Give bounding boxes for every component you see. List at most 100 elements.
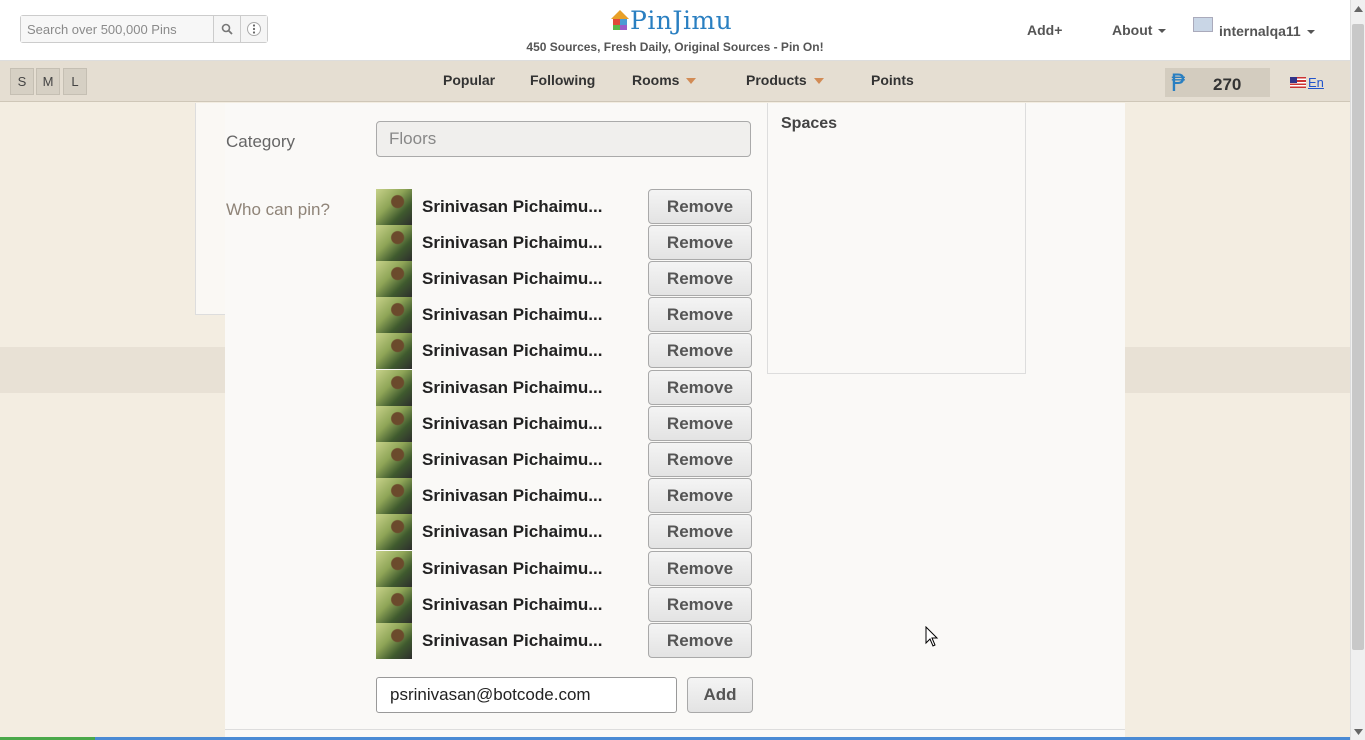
search-box bbox=[20, 15, 268, 43]
remove-button[interactable]: Remove bbox=[648, 623, 752, 658]
nav-points[interactable]: Points bbox=[871, 72, 914, 88]
nav-popular[interactable]: Popular bbox=[443, 72, 495, 88]
nav-products[interactable]: Products bbox=[746, 72, 824, 88]
search-input[interactable] bbox=[21, 16, 214, 42]
logo-text: PinJimu bbox=[630, 5, 733, 35]
user-menu[interactable]: internalqa11 bbox=[1193, 17, 1315, 39]
remove-button[interactable]: Remove bbox=[648, 514, 752, 549]
avatar bbox=[376, 514, 412, 550]
pinner-row: Srinivasan Pichaimu... Remove bbox=[376, 225, 753, 261]
pinner-name[interactable]: Srinivasan Pichaimu... bbox=[422, 486, 622, 506]
pinner-row: Srinivasan Pichaimu... Remove bbox=[376, 297, 753, 333]
pinner-name[interactable]: Srinivasan Pichaimu... bbox=[422, 378, 622, 398]
search-button[interactable] bbox=[214, 16, 241, 42]
nav-following-label: Following bbox=[530, 72, 596, 88]
spaces-title: Spaces bbox=[781, 115, 838, 132]
remove-button[interactable]: Remove bbox=[648, 261, 752, 296]
remove-button[interactable]: Remove bbox=[648, 189, 752, 224]
remove-button[interactable]: Remove bbox=[648, 442, 752, 477]
main-navbar: S M L Popular Following Rooms Products P… bbox=[0, 61, 1350, 102]
add-pinner-button[interactable]: Add bbox=[687, 677, 753, 713]
pinner-name[interactable]: Srinivasan Pichaimu... bbox=[422, 414, 622, 434]
avatar bbox=[376, 370, 412, 406]
remove-button[interactable]: Remove bbox=[648, 333, 752, 368]
pinner-name[interactable]: Srinivasan Pichaimu... bbox=[422, 559, 622, 579]
search-icon bbox=[221, 23, 233, 35]
chevron-down-icon bbox=[813, 78, 824, 85]
chevron-down-icon bbox=[686, 78, 697, 85]
pinner-name[interactable]: Srinivasan Pichaimu... bbox=[422, 233, 622, 253]
chevron-up-icon bbox=[1353, 5, 1363, 12]
pinner-row: Srinivasan Pichaimu... Remove bbox=[376, 189, 753, 225]
mouse-cursor-icon bbox=[925, 626, 939, 647]
scroll-thumb[interactable] bbox=[1352, 24, 1364, 650]
email-field[interactable] bbox=[376, 677, 677, 713]
remove-button[interactable]: Remove bbox=[648, 297, 752, 332]
nav-rooms[interactable]: Rooms bbox=[632, 72, 697, 88]
nav-products-label: Products bbox=[746, 72, 807, 88]
remove-button[interactable]: Remove bbox=[648, 551, 752, 586]
pinner-name[interactable]: Srinivasan Pichaimu... bbox=[422, 269, 622, 289]
pinner-name[interactable]: Srinivasan Pichaimu... bbox=[422, 450, 622, 470]
nav-popular-label: Popular bbox=[443, 72, 496, 88]
remove-button[interactable]: Remove bbox=[648, 370, 752, 405]
size-small-button[interactable]: S bbox=[10, 68, 34, 95]
category-label: Category bbox=[226, 132, 295, 151]
avatar bbox=[376, 551, 412, 587]
us-flag-icon bbox=[1290, 77, 1306, 88]
add-menu-label: Add+ bbox=[1027, 22, 1063, 38]
pinner-name[interactable]: Srinivasan Pichaimu... bbox=[422, 522, 622, 542]
points-value: 270 bbox=[1213, 75, 1242, 94]
pinner-name[interactable]: Srinivasan Pichaimu... bbox=[422, 631, 622, 651]
pinner-row: Srinivasan Pichaimu... Remove bbox=[376, 370, 753, 406]
avatar bbox=[376, 189, 412, 225]
pinner-row: Srinivasan Pichaimu... Remove bbox=[376, 333, 753, 369]
size-large-button[interactable]: L bbox=[63, 68, 87, 95]
add-menu[interactable]: Add+ bbox=[1027, 22, 1062, 38]
chevron-down-icon bbox=[1158, 29, 1167, 34]
remove-button[interactable]: Remove bbox=[648, 406, 752, 441]
spaces-panel: Spaces bbox=[767, 103, 1026, 374]
tagline: 450 Sources, Fresh Daily, Original Sourc… bbox=[0, 40, 1350, 54]
chevron-down-icon bbox=[1306, 30, 1315, 35]
avatar bbox=[376, 333, 412, 369]
remove-button[interactable]: Remove bbox=[648, 587, 752, 622]
nav-following[interactable]: Following bbox=[530, 72, 595, 88]
avatar bbox=[1193, 17, 1213, 32]
category-field[interactable]: Floors bbox=[376, 121, 751, 157]
pinner-row: Srinivasan Pichaimu... Remove bbox=[376, 514, 753, 550]
pinner-row: Srinivasan Pichaimu... Remove bbox=[376, 587, 753, 623]
size-medium-button[interactable]: M bbox=[36, 68, 60, 95]
search-options-button[interactable] bbox=[241, 16, 267, 42]
remove-button[interactable]: Remove bbox=[648, 225, 752, 260]
pinner-row: Srinivasan Pichaimu... Remove bbox=[376, 406, 753, 442]
pinner-row: Srinivasan Pichaimu... Remove bbox=[376, 551, 753, 587]
house-icon bbox=[611, 10, 629, 30]
pinner-name[interactable]: Srinivasan Pichaimu... bbox=[422, 305, 622, 325]
language-selector[interactable]: En bbox=[1290, 75, 1324, 90]
size-small-label: S bbox=[17, 74, 27, 89]
avatar bbox=[376, 225, 412, 261]
avatar bbox=[376, 442, 412, 478]
top-header: PinJimu 450 Sources, Fresh Daily, Origin… bbox=[0, 0, 1350, 61]
nav-rooms-label: Rooms bbox=[632, 72, 680, 88]
scrollbar[interactable] bbox=[1350, 0, 1365, 740]
size-medium-label: M bbox=[42, 74, 54, 89]
size-large-label: L bbox=[71, 74, 79, 89]
pinner-row: Srinivasan Pichaimu... Remove bbox=[376, 261, 753, 297]
points-icon: ₱ bbox=[1171, 69, 1187, 97]
nav-points-label: Points bbox=[871, 72, 914, 88]
pinner-name[interactable]: Srinivasan Pichaimu... bbox=[422, 595, 622, 615]
pinner-name[interactable]: Srinivasan Pichaimu... bbox=[422, 341, 622, 361]
points-counter[interactable]: ₱ 270 bbox=[1165, 68, 1270, 97]
scroll-up-button[interactable] bbox=[1351, 0, 1365, 17]
pinjimu-logo[interactable]: PinJimu bbox=[610, 5, 732, 35]
remove-button[interactable]: Remove bbox=[648, 478, 752, 513]
vertical-dots-icon bbox=[247, 22, 261, 36]
about-menu[interactable]: About bbox=[1112, 22, 1167, 38]
chevron-down-icon bbox=[1353, 728, 1363, 735]
language-label: En bbox=[1308, 75, 1324, 90]
pinner-name[interactable]: Srinivasan Pichaimu... bbox=[422, 197, 622, 217]
avatar bbox=[376, 587, 412, 623]
scroll-down-button[interactable] bbox=[1351, 723, 1365, 740]
